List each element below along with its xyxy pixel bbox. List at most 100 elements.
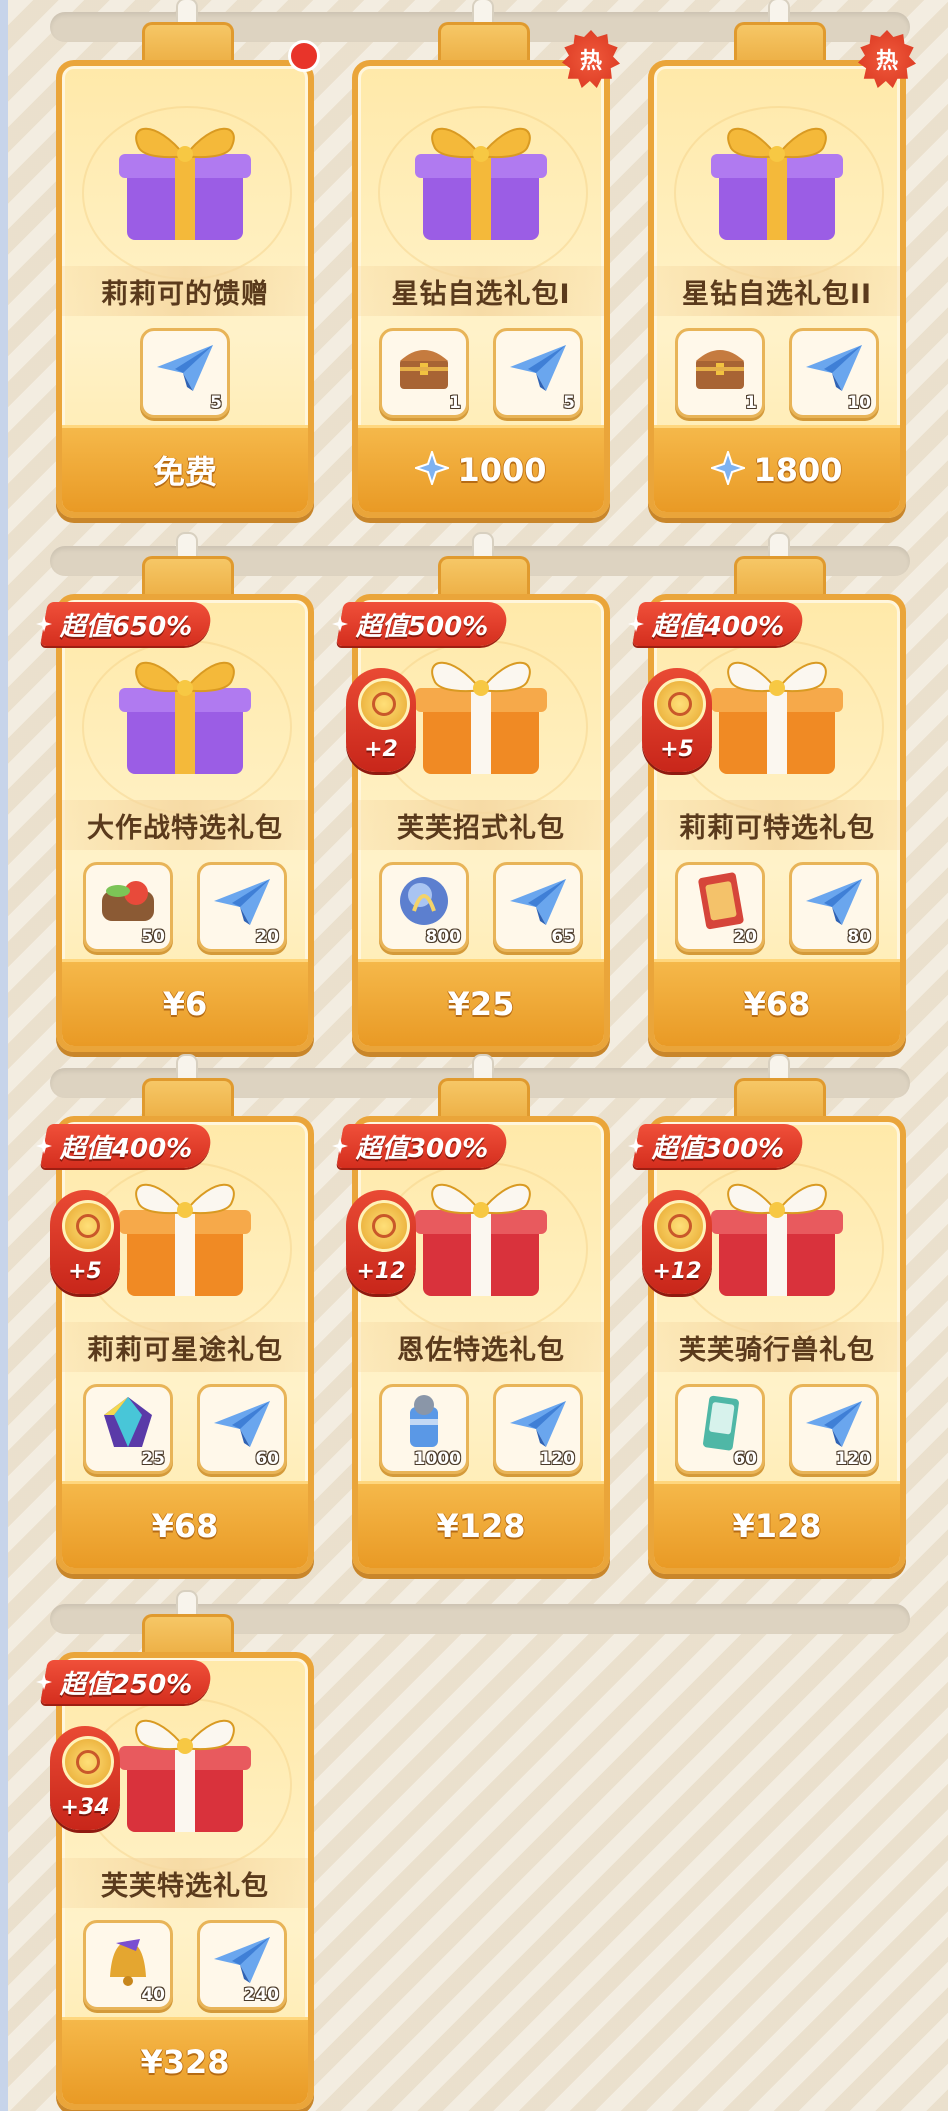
bonus-coin-badge: +12: [642, 1190, 712, 1294]
reward-item[interactable]: 120: [493, 1384, 583, 1474]
bonus-label: +5: [68, 1259, 102, 1284]
card-frame: 星钻自选礼包I 1 5 1000: [352, 60, 610, 518]
item-quantity: 20: [733, 927, 757, 947]
item-quantity: 80: [847, 927, 871, 947]
item-quantity: 65: [551, 927, 575, 947]
title-strip: 芙芙特选礼包: [62, 1858, 308, 1908]
buy-button[interactable]: 1000: [358, 425, 604, 512]
reward-item[interactable]: 65: [493, 862, 583, 952]
reward-item[interactable]: 25: [83, 1384, 173, 1474]
bonus-coin-badge: +12: [346, 1190, 416, 1294]
bonus-label: +2: [364, 737, 398, 762]
price-label: ¥6: [162, 985, 208, 1023]
pack-title: 星钻自选礼包II: [681, 278, 873, 310]
gift-pack-card[interactable]: 莉莉可的馈赠 5 免费: [56, 0, 320, 518]
gift-pack-card[interactable]: 莉莉可星途礼包 25 60 ¥68 超值400% +5: [36, 1054, 314, 1574]
reward-item[interactable]: 20: [197, 862, 287, 952]
item-quantity: 1: [745, 393, 757, 413]
reward-item[interactable]: 1000: [379, 1384, 469, 1474]
reward-item[interactable]: 5: [140, 328, 230, 418]
buy-button[interactable]: ¥68: [654, 959, 900, 1046]
reward-item[interactable]: 5: [493, 328, 583, 418]
card-frame: 莉莉可特选礼包 20 80 ¥68: [648, 594, 906, 1052]
gift-pack-card[interactable]: 星钻自选礼包I 1 5 1000 热: [352, 0, 620, 518]
notification-dot: [288, 40, 320, 72]
bonus-label: +12: [652, 1259, 702, 1284]
gift-pack-card[interactable]: 大作战特选礼包 50 20 ¥6 超值650%: [36, 532, 314, 1052]
reward-item[interactable]: 1: [379, 328, 469, 418]
title-strip: 芙芙招式礼包: [358, 800, 604, 850]
reward-item[interactable]: 60: [675, 1384, 765, 1474]
value-badge: 超值250%: [40, 1660, 215, 1704]
value-label: 超值400%: [60, 1133, 193, 1164]
price-label: 1000: [457, 451, 547, 489]
item-quantity: 50: [141, 927, 165, 947]
gift-pack-card[interactable]: 莉莉可特选礼包 20 80 ¥68 超值400% +5: [628, 532, 906, 1052]
item-quantity: 120: [539, 1449, 576, 1469]
pack-title: 莉莉可的馈赠: [101, 278, 269, 310]
reward-item[interactable]: 40: [83, 1920, 173, 2010]
title-strip: 星钻自选礼包I: [358, 266, 604, 316]
card-frame: 芙芙招式礼包 800 65 ¥25: [352, 594, 610, 1052]
title-strip: 恩佐特选礼包: [358, 1322, 604, 1372]
coin-icon: [358, 678, 410, 730]
reward-item[interactable]: 800: [379, 862, 469, 952]
gift-pack-card[interactable]: 芙芙招式礼包 800 65 ¥25 超值500% +2: [332, 532, 610, 1052]
pack-title: 莉莉可特选礼包: [679, 812, 875, 844]
pack-title: 芙芙骑行兽礼包: [679, 1334, 875, 1366]
title-strip: 芙芙骑行兽礼包: [654, 1322, 900, 1372]
buy-button[interactable]: 1800: [654, 425, 900, 512]
buy-button[interactable]: ¥128: [358, 1481, 604, 1568]
reward-list: 1 10: [654, 328, 900, 428]
item-quantity: 800: [425, 927, 462, 947]
pack-title: 恩佐特选礼包: [397, 1334, 565, 1366]
price-label: 1800: [753, 451, 843, 489]
gift-pack-card[interactable]: 恩佐特选礼包 1000 120 ¥128 超值300% +12: [332, 1054, 610, 1574]
buy-button[interactable]: ¥25: [358, 959, 604, 1046]
reward-item[interactable]: 20: [675, 862, 765, 952]
hot-label: 热: [579, 49, 602, 74]
gift-pack-card[interactable]: 芙芙特选礼包 40 240 ¥328 超值250% +34: [36, 1590, 314, 2110]
reward-item[interactable]: 80: [789, 862, 879, 952]
value-label: 超值250%: [60, 1669, 193, 1700]
item-quantity: 5: [563, 393, 575, 413]
reward-item[interactable]: 60: [197, 1384, 287, 1474]
value-badge: 超值650%: [40, 602, 215, 646]
red-gift-icon: [105, 1690, 265, 1840]
reward-item[interactable]: 240: [197, 1920, 287, 2010]
price-label: ¥68: [151, 1507, 219, 1545]
reward-list: 40 240: [62, 1920, 308, 2020]
pack-title: 芙芙特选礼包: [101, 1870, 269, 1902]
value-label: 超值300%: [356, 1133, 489, 1164]
reward-item[interactable]: 10: [789, 328, 879, 418]
reward-item[interactable]: 50: [83, 862, 173, 952]
price-label: ¥328: [140, 2043, 230, 2081]
buy-button[interactable]: ¥68: [62, 1481, 308, 1568]
reward-list: 60 120: [654, 1384, 900, 1484]
item-quantity: 120: [835, 1449, 872, 1469]
buy-button[interactable]: ¥328: [62, 2017, 308, 2104]
value-label: 超值500%: [356, 611, 489, 642]
hot-label: 热: [875, 49, 898, 74]
orange-gift-icon: [105, 1154, 265, 1304]
buy-button[interactable]: 免费: [62, 425, 308, 512]
buy-button[interactable]: ¥128: [654, 1481, 900, 1568]
item-quantity: 1: [449, 393, 461, 413]
reward-list: 20 80: [654, 862, 900, 962]
title-strip: 莉莉可星途礼包: [62, 1322, 308, 1372]
gift-pack-card[interactable]: 芙芙骑行兽礼包 60 120 ¥128 超值300% +12: [628, 1054, 906, 1574]
item-quantity: 25: [141, 1449, 165, 1469]
gift-pack-card[interactable]: 星钻自选礼包II 1 10 1800 热: [648, 0, 916, 518]
reward-item[interactable]: 1: [675, 328, 765, 418]
item-quantity: 20: [255, 927, 279, 947]
coin-icon: [654, 678, 706, 730]
card-frame: 莉莉可的馈赠 5 免费: [56, 60, 314, 518]
buy-button[interactable]: ¥6: [62, 959, 308, 1046]
reward-item[interactable]: 120: [789, 1384, 879, 1474]
purple-gift-icon: [697, 98, 857, 248]
value-badge: 超值300%: [632, 1124, 807, 1168]
orange-gift-icon: [401, 632, 561, 782]
reward-list: 1 5: [358, 328, 604, 428]
value-badge: 超值400%: [632, 602, 807, 646]
coin-icon: [654, 1200, 706, 1252]
